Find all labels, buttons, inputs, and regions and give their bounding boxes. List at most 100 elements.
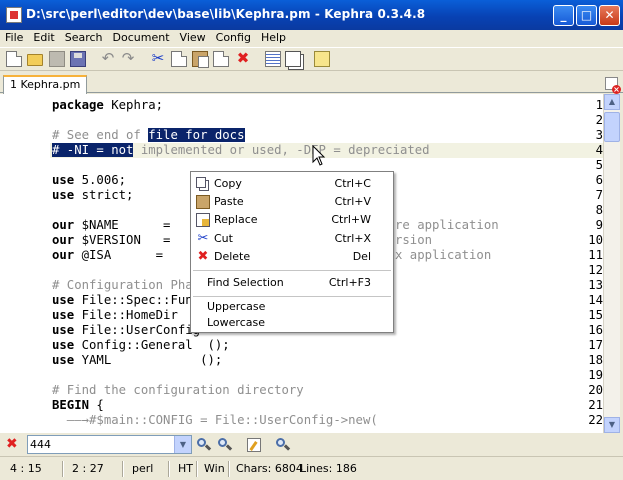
code-line: use strict; bbox=[52, 188, 134, 202]
line-number: 22 bbox=[588, 413, 603, 427]
line-number: 20 bbox=[588, 383, 603, 397]
comment-icon[interactable] bbox=[265, 51, 281, 67]
status-divider bbox=[122, 461, 124, 477]
close-tab-icon[interactable] bbox=[605, 77, 621, 94]
redo-icon[interactable]: ↷ bbox=[120, 51, 136, 67]
app-icon bbox=[6, 7, 22, 23]
cut-icon[interactable]: ✂ bbox=[150, 51, 166, 67]
find-previous-icon[interactable] bbox=[196, 437, 212, 453]
line-number: 11 bbox=[588, 248, 603, 262]
line-number: 6 bbox=[595, 173, 603, 187]
line-number: 18 bbox=[588, 353, 603, 367]
status-divider bbox=[62, 461, 64, 477]
scroll-down-icon[interactable]: ▼ bbox=[604, 417, 620, 433]
line-number: 15 bbox=[588, 308, 603, 322]
code-line: our @ISA = bbox=[52, 248, 164, 262]
line-number: 10 bbox=[588, 233, 603, 247]
delete-icon: ✖ bbox=[197, 249, 209, 264]
code-line-tail: re application bbox=[395, 218, 499, 232]
paste-icon bbox=[196, 195, 210, 209]
save-icon[interactable] bbox=[70, 51, 86, 67]
copy-icon[interactable] bbox=[171, 51, 187, 67]
cut-icon: ✂ bbox=[197, 231, 209, 246]
line-number: 3 bbox=[595, 128, 603, 142]
status-selection: 2 : 27 bbox=[72, 462, 104, 475]
tab-bar: 1 Kephra.pm bbox=[0, 72, 623, 94]
notes-icon[interactable] bbox=[314, 51, 330, 67]
line-number: 13 bbox=[588, 278, 603, 292]
code-line: our $NAME = bbox=[52, 218, 171, 232]
line-number: 9 bbox=[595, 218, 603, 232]
code-line: ——→#$main::CONFIG = File::UserConfig->ne… bbox=[52, 413, 378, 427]
context-menu-copy[interactable]: Copy Ctrl+C bbox=[191, 175, 393, 193]
code-line: our $VERSION = bbox=[52, 233, 171, 247]
new-file-icon[interactable] bbox=[6, 51, 22, 67]
context-menu-lowercase[interactable]: Lowercase bbox=[191, 314, 393, 332]
code-line: use Config::General (); bbox=[52, 338, 230, 352]
code-line: use File::HomeDir bbox=[52, 308, 178, 322]
line-number: 8 bbox=[595, 203, 603, 217]
code-line: use 5.006; bbox=[52, 173, 127, 187]
context-menu-cut[interactable]: ✂ Cut Ctrl+X bbox=[191, 230, 393, 248]
status-divider bbox=[228, 461, 230, 477]
replace-dialog-icon[interactable] bbox=[246, 437, 262, 453]
line-number: 2 bbox=[595, 113, 603, 127]
menu-config[interactable]: Config bbox=[211, 30, 256, 46]
close-search-icon[interactable]: ✖ bbox=[6, 437, 18, 451]
find-icon[interactable] bbox=[275, 437, 291, 453]
vertical-scrollbar[interactable]: ▲ ▼ bbox=[603, 94, 620, 433]
menu-edit[interactable]: Edit bbox=[28, 30, 59, 46]
code-line: use File::UserConfig bbox=[52, 323, 201, 337]
chevron-down-icon[interactable]: ▼ bbox=[174, 436, 191, 453]
toolbar: ↶ ↷ ✂ ✖ bbox=[0, 47, 623, 71]
context-menu-replace[interactable]: Replace Ctrl+W bbox=[191, 211, 393, 229]
menu-document[interactable]: Document bbox=[108, 30, 175, 46]
status-language[interactable]: perl bbox=[128, 460, 157, 478]
line-number: 1 bbox=[595, 98, 603, 112]
window-title: D:\src\perl\editor\dev\base\lib\Kephra.p… bbox=[26, 7, 426, 21]
line-number: 14 bbox=[588, 293, 603, 307]
code-line-tail: rsion bbox=[395, 233, 433, 247]
line-number: 21 bbox=[588, 398, 603, 412]
line-number: 4 bbox=[595, 143, 603, 157]
delete-icon[interactable]: ✖ bbox=[235, 51, 251, 67]
save-all-icon[interactable] bbox=[49, 51, 65, 67]
code-line-tail: x application bbox=[395, 248, 492, 262]
menu-search[interactable]: Search bbox=[60, 30, 108, 46]
paste-icon[interactable] bbox=[192, 51, 209, 68]
status-tab-mode[interactable]: HT bbox=[174, 460, 197, 478]
context-menu-find-selection[interactable]: Find Selection Ctrl+F3 bbox=[191, 274, 393, 292]
code-line: BEGIN { bbox=[52, 398, 104, 412]
menu-view[interactable]: View bbox=[175, 30, 211, 46]
line-number: 5 bbox=[595, 158, 603, 172]
find-next-icon[interactable] bbox=[217, 437, 233, 453]
status-divider bbox=[196, 461, 198, 477]
maximize-button[interactable]: □ bbox=[576, 5, 597, 26]
code-line: use YAML (); bbox=[52, 353, 223, 367]
window-icon[interactable] bbox=[285, 51, 301, 67]
tab-kephra-pm[interactable]: 1 Kephra.pm bbox=[3, 75, 88, 94]
line-number: 12 bbox=[588, 263, 603, 277]
scroll-thumb[interactable] bbox=[604, 112, 620, 142]
open-file-icon[interactable] bbox=[27, 54, 43, 66]
search-combobox[interactable]: ▼ bbox=[27, 435, 192, 454]
replace-icon[interactable] bbox=[213, 51, 229, 67]
line-number: 7 bbox=[595, 188, 603, 202]
status-bar: 4 : 15 2 : 27 perl HT Win Chars: 6804 Li… bbox=[0, 456, 623, 480]
context-menu-delete[interactable]: ✖ Delete Del bbox=[191, 248, 393, 266]
scroll-up-icon[interactable]: ▲ bbox=[604, 94, 620, 110]
menu-file[interactable]: File bbox=[0, 30, 28, 46]
code-line: # -NI = not implemented or used, -DEP = … bbox=[52, 143, 430, 157]
menu-separator bbox=[193, 296, 391, 297]
status-cursor: 4 : 15 bbox=[10, 462, 42, 475]
status-line-ending[interactable]: Win bbox=[200, 460, 229, 478]
code-line: # See end of file for docs bbox=[52, 128, 245, 142]
undo-icon[interactable]: ↶ bbox=[100, 51, 116, 67]
minimize-button[interactable]: _ bbox=[553, 5, 574, 26]
copy-icon bbox=[196, 177, 206, 188]
menu-help[interactable]: Help bbox=[256, 30, 291, 46]
context-menu-paste[interactable]: Paste Ctrl+V bbox=[191, 193, 393, 211]
line-number: 17 bbox=[588, 338, 603, 352]
search-input[interactable] bbox=[30, 437, 170, 452]
close-button[interactable]: ✕ bbox=[599, 5, 620, 26]
